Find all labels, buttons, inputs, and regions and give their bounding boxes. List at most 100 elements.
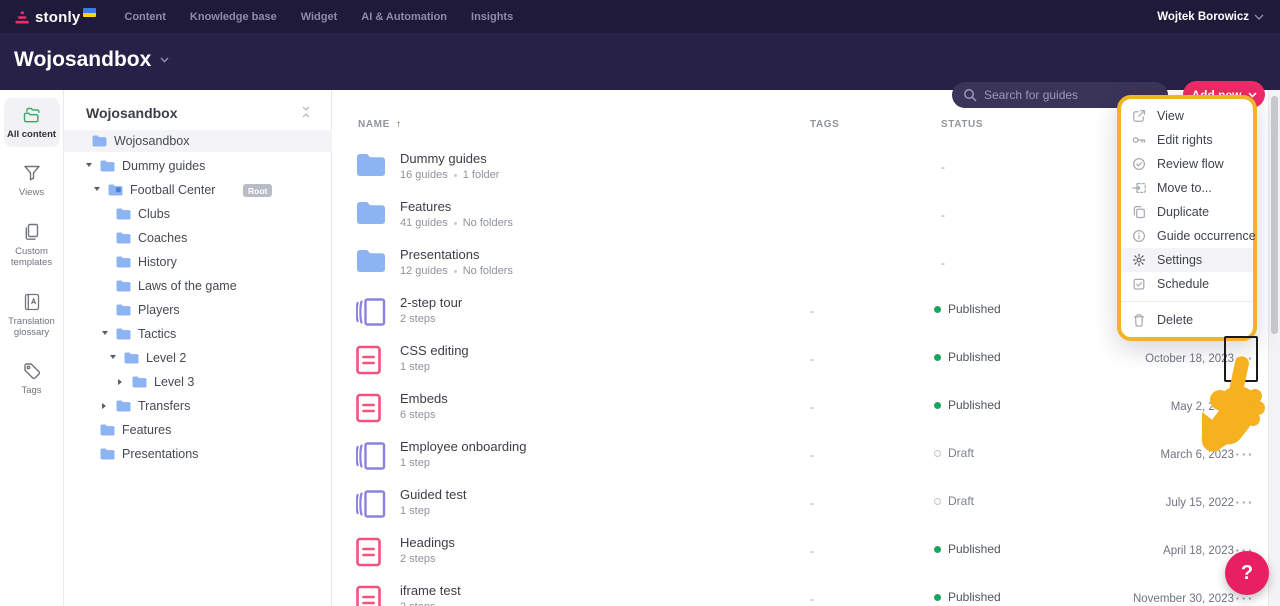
menu-item-label: Move to... (1157, 181, 1212, 195)
nav-item-widget[interactable]: Widget (301, 11, 338, 23)
menu-item-guide-occurrence[interactable]: Guide occurrence (1121, 224, 1253, 248)
menu-item-label: View (1157, 109, 1184, 123)
tree-node-label: Players (138, 303, 180, 317)
workspace-title-dropdown[interactable]: Wojosandbox (14, 48, 169, 72)
context-menu: View Edit rightsReview flow Move to... Dupl… (1117, 95, 1257, 341)
status-badge: Published (934, 302, 1001, 316)
tree-node-features[interactable]: Features (64, 419, 332, 441)
row-tags-empty: - (810, 400, 814, 414)
status-badge: Published (934, 350, 1001, 364)
status-dot-icon (934, 450, 941, 457)
menu-item-edit-rights[interactable]: Edit rights (1121, 128, 1253, 152)
nav-item-ai-automation[interactable]: AI & Automation (361, 11, 447, 23)
tree-node-coaches[interactable]: Coaches (64, 227, 332, 249)
sidebar-item-custom-templates[interactable]: Custom templates (4, 215, 60, 276)
sidebar-item-tags[interactable]: Tags (4, 354, 60, 403)
folder-icon (356, 249, 386, 273)
row-tags-empty: - (810, 304, 814, 318)
status-empty: - (941, 256, 945, 270)
menu-item-settings[interactable]: Settings (1121, 248, 1253, 272)
row-more-button[interactable]: ··· (1232, 395, 1258, 419)
menu-item-review-flow[interactable]: Review flow (1121, 152, 1253, 176)
row-meta: 1 step (400, 505, 430, 517)
nav-item-content[interactable]: Content (124, 11, 166, 23)
folder-icon (100, 160, 115, 172)
vertical-scrollbar[interactable] (1268, 90, 1280, 606)
collapse-panel-icon[interactable] (299, 105, 313, 119)
folder-icon (116, 256, 131, 268)
table-row[interactable]: Embeds6 steps-PublishedMay 2, 2023··· (332, 384, 1268, 432)
collapsed-arrow-icon[interactable] (102, 403, 106, 409)
sidebar-item-views[interactable]: Views (4, 156, 60, 205)
tree-node-clubs[interactable]: Clubs (64, 203, 332, 225)
status-badge: Published (934, 542, 1001, 556)
help-button[interactable]: ? (1225, 551, 1269, 595)
row-more-button[interactable]: ··· (1232, 443, 1258, 467)
column-header-name[interactable]: NAME↑ (358, 119, 401, 130)
expanded-arrow-icon[interactable] (102, 331, 108, 335)
status-empty: - (941, 160, 945, 174)
tree-node-label: Level 3 (154, 375, 194, 389)
menu-item-label: Delete (1157, 313, 1193, 327)
sidebar-item-label: Views (19, 187, 44, 198)
tree-node-football-center[interactable]: Football CenterRoot (64, 179, 332, 201)
tree-node-level-2[interactable]: Level 2 (64, 347, 332, 369)
sort-asc-icon: ↑ (396, 119, 402, 130)
review-flow-icon (1132, 157, 1146, 171)
menu-item-duplicate[interactable]: Duplicate (1121, 200, 1253, 224)
page-title: Wojosandbox (14, 48, 151, 72)
tree-node-label: History (138, 255, 177, 269)
tour-icon (356, 441, 386, 471)
scrollbar-thumb[interactable] (1271, 96, 1278, 334)
menu-item-view[interactable]: View (1121, 104, 1253, 128)
table-row[interactable]: iframe test2 steps-PublishedNovember 30,… (332, 576, 1268, 606)
tree-node-wojosandbox[interactable]: Wojosandbox (64, 130, 332, 152)
tree-node-history[interactable]: History (64, 251, 332, 273)
all-content-folders-icon (22, 105, 42, 125)
menu-item-label: Settings (1157, 253, 1202, 267)
nav-item-insights[interactable]: Insights (471, 11, 513, 23)
expanded-arrow-icon[interactable] (110, 355, 116, 359)
calendar-check-icon (1132, 277, 1146, 291)
row-more-button[interactable]: ··· (1232, 491, 1258, 515)
expanded-arrow-icon[interactable] (86, 163, 92, 167)
row-meta: 1 step (400, 457, 430, 469)
table-row[interactable]: Guided test1 step-DraftJuly 15, 2022··· (332, 480, 1268, 528)
tree-node-players[interactable]: Players (64, 299, 332, 321)
folder-icon (356, 201, 386, 225)
tree-node-tactics[interactable]: Tactics (64, 323, 332, 345)
tree-node-label: Tactics (138, 327, 176, 341)
table-row[interactable]: Headings2 steps-PublishedApril 18, 2023·… (332, 528, 1268, 576)
sidebar-item-all-content[interactable]: All content (4, 98, 60, 147)
row-more-button[interactable]: ··· (1232, 347, 1258, 371)
tree-node-dummy-guides[interactable]: Dummy guides (64, 155, 332, 177)
table-row[interactable]: Employee onboarding1 step-DraftMarch 6, … (332, 432, 1268, 480)
row-date: March 6, 2023 (1160, 449, 1234, 461)
menu-item-schedule[interactable]: Schedule (1121, 272, 1253, 296)
row-name: iframe test (400, 583, 461, 598)
stonly-logo[interactable]: stonly (14, 5, 96, 28)
tree-node-level-3[interactable]: Level 3 (64, 371, 332, 393)
row-name: Embeds (400, 391, 448, 406)
menu-item-delete[interactable]: Delete (1121, 307, 1253, 333)
user-menu[interactable]: Wojtek Borowicz (1157, 11, 1264, 23)
table-row[interactable]: CSS editing1 step-PublishedOctober 18, 2… (332, 336, 1268, 384)
tree-node-presentations[interactable]: Presentations (64, 443, 332, 465)
status-dot-icon (934, 546, 941, 553)
column-header-tags: TAGS (810, 119, 839, 130)
expanded-arrow-icon[interactable] (94, 187, 100, 191)
menu-item-move-to[interactable]: Move to... (1121, 176, 1253, 200)
translation-book-icon (22, 292, 42, 312)
tree-node-transfers[interactable]: Transfers (64, 395, 332, 417)
folder-icon (116, 328, 131, 340)
collapsed-arrow-icon[interactable] (118, 379, 122, 385)
row-date: November 30, 2023 (1133, 593, 1234, 605)
tree-node-label: Dummy guides (122, 159, 205, 173)
row-meta: 16 guides1 folder (400, 169, 499, 181)
tree-node-label: Features (122, 423, 171, 437)
sidebar-item-translation-glossary[interactable]: Translation glossary (4, 285, 60, 346)
tree-node-laws-of-the-game[interactable]: Laws of the game (64, 275, 332, 297)
status-dot-icon (934, 498, 941, 505)
info-circle-icon (1132, 229, 1146, 243)
nav-item-knowledge-base[interactable]: Knowledge base (190, 11, 277, 23)
